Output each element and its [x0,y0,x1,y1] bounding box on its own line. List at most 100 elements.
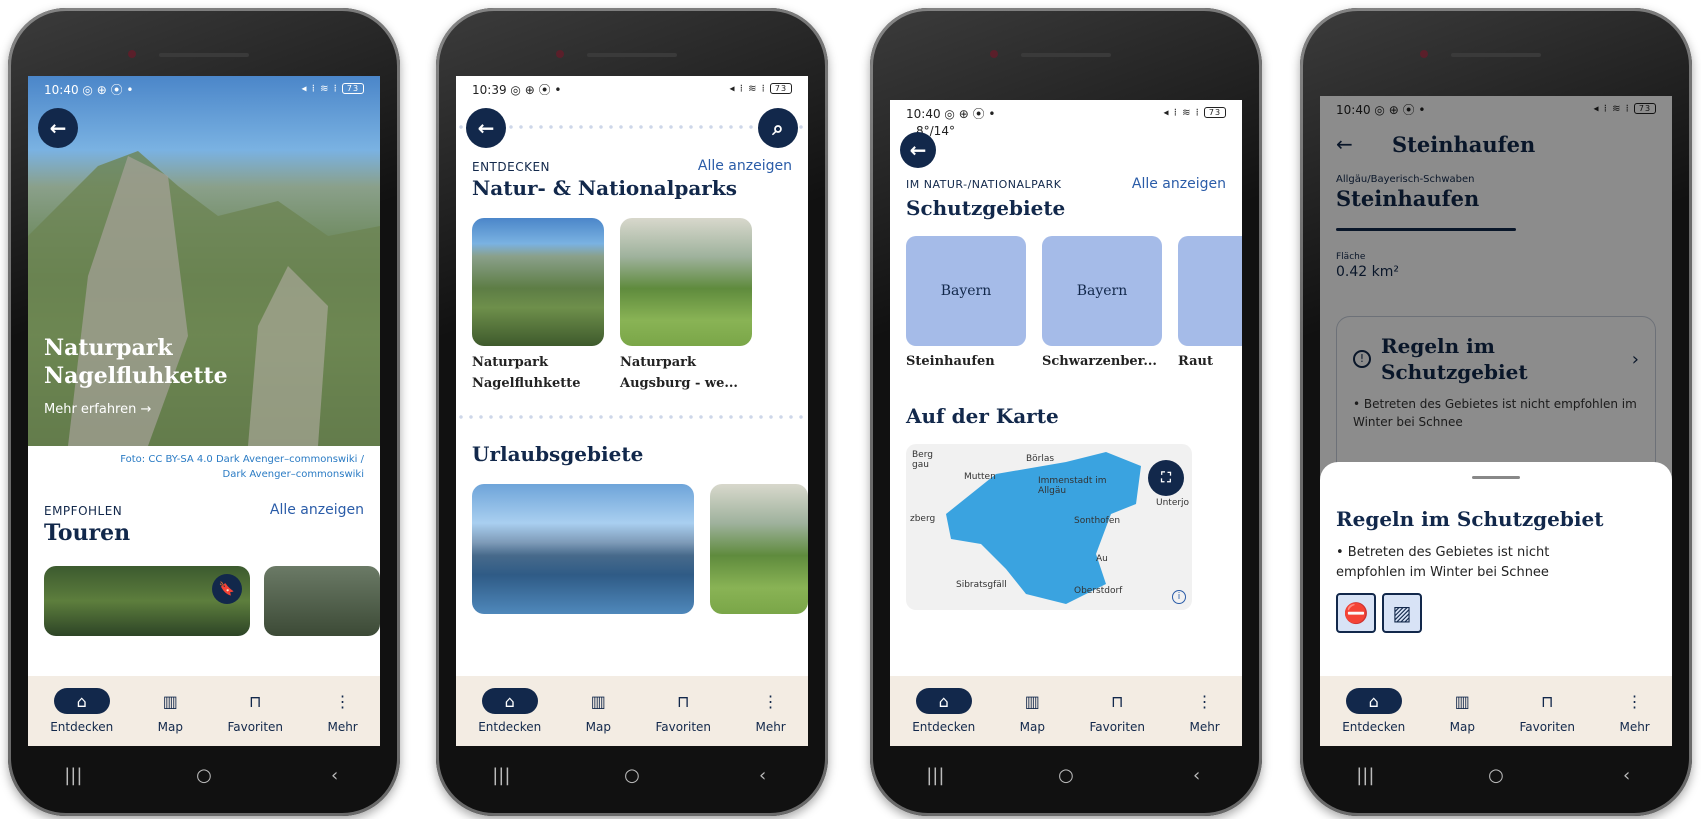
tour-card-1[interactable]: 🔖 [44,566,250,636]
alle-anzeigen-link[interactable]: Alle anzeigen [270,502,364,518]
section-heading: Touren [44,520,131,546]
system-nav-bar: ||| ○ ‹ [870,758,1262,792]
nav-favoriten[interactable]: ⊓ Favoriten [655,688,711,735]
schutzgebiet-card-1[interactable]: Bayern [906,236,1026,346]
nav-label: Entdecken [912,720,976,734]
nav-map[interactable]: ▥ Map [158,688,183,735]
back-chevron-icon[interactable]: ‹ [743,765,783,786]
home-icon: ⌂ [915,688,972,714]
back-chevron-icon[interactable]: ‹ [1607,765,1647,786]
nav-label: Mehr [327,720,358,734]
schutzgebiet-card-3[interactable] [1178,236,1242,346]
tour-card-2[interactable] [264,566,380,636]
section-overline: EMPFOHLEN [44,504,123,518]
recents-icon[interactable]: ||| [481,765,521,786]
sheet-drag-handle[interactable] [1472,476,1520,479]
recents-icon[interactable]: ||| [53,765,93,786]
nav-mehr[interactable]: ⋮ Mehr [755,688,785,735]
camera [990,50,998,58]
schutzgebiet-card-2-title[interactable]: Schwarzenber... [1042,354,1157,369]
map-icon: ▥ [1024,691,1040,711]
map-icon: ▥ [162,691,178,711]
back-chevron-icon[interactable]: ‹ [1177,765,1217,786]
search-icon: ⌕ [772,116,784,140]
phone-2: 10:39 ◎ ⊕ ⦿ • ◂ ⁞ ≋ ⁞ 73 ← ⌕ ENTDECKEN A… [436,8,828,816]
back-button[interactable]: ← [38,108,78,148]
schutzgebiet-card-1-title[interactable]: Steinhaufen [906,354,995,369]
alle-anzeigen-link[interactable]: Alle anzeigen [1132,176,1226,192]
nav-entdecken[interactable]: ⌂ Entdecken [478,688,541,734]
nav-favoriten[interactable]: ⊓ Favoriten [1519,688,1575,735]
park-card-1-line1: Naturpark [472,355,548,370]
nav-map[interactable]: ▥ Map [1020,688,1045,735]
park-card-2-image[interactable] [620,218,752,346]
recents-icon[interactable]: ||| [1345,765,1385,786]
home-circle-icon[interactable]: ○ [612,765,652,786]
speaker [587,53,677,57]
home-circle-icon[interactable]: ○ [1476,765,1516,786]
nav-label: Map [585,720,611,734]
fullscreen-button[interactable]: ⛶ [1148,460,1184,496]
nav-mehr[interactable]: ⋮ Mehr [1619,688,1649,735]
wave-divider [456,122,808,132]
park-card-1-title[interactable]: Naturpark Nagelfluhkette [472,352,581,394]
nav-mehr[interactable]: ⋮ Mehr [1189,688,1219,735]
back-button[interactable]: ← [900,132,936,168]
battery-icon: 73 [342,83,364,95]
park-card-1-image[interactable] [472,218,604,346]
recents-icon[interactable]: ||| [915,765,955,786]
nav-entdecken[interactable]: ⌂ Entdecken [50,688,113,734]
park-card-2-line2: Augsburg - we... [620,376,738,391]
map-label: Unterjo [1156,498,1190,508]
section-heading: Urlaubsgebiete [472,442,644,466]
map-preview[interactable]: Berg gau Börlas Mutten Immenstadt im All… [906,444,1192,610]
region-card-2-image[interactable] [710,484,808,614]
alle-anzeigen-link[interactable]: Alle anzeigen [698,158,792,174]
nav-mehr[interactable]: ⋮ Mehr [327,688,358,735]
back-button[interactable]: ← [466,108,506,148]
mehr-erfahren-link[interactable]: Mehr erfahren → [44,402,151,417]
bookmark-button[interactable]: 🔖 [212,574,242,604]
phone-1: 10:40 ◎ ⊕ ⦿ • ◂ ⁞ ≋ ⁞ 73 ← Naturpark Nag… [8,8,400,816]
park-card-2-title[interactable]: Naturpark Augsburg - we... [620,352,738,394]
bookmark-icon: 🔖 [218,581,236,597]
schutzgebiet-card-2[interactable]: Bayern [1042,236,1162,346]
no-walking-icon: ⛔ [1336,593,1376,633]
schutzgebiet-card-3-title[interactable]: Raut [1178,354,1213,369]
status-icons: ◎ ⊕ ⦿ • [82,82,134,97]
nav-label: Entdecken [478,720,542,734]
back-chevron-icon[interactable]: ‹ [315,765,355,786]
home-circle-icon[interactable]: ○ [184,765,224,786]
hero-title: Naturpark Nagelfluhkette [44,334,228,390]
bottom-nav: ⌂ Entdecken ▥ Map ⊓ Favoriten ⋮ Mehr [1320,676,1672,746]
nav-favoriten[interactable]: ⊓ Favoriten [227,688,283,735]
nav-entdecken[interactable]: ⌂ Entdecken [912,688,975,734]
nav-entdecken[interactable]: ⌂ Entdecken [1342,688,1405,734]
no-snow-icon: ▨ [1382,593,1422,633]
more-vertical-icon: ⋮ [334,691,351,711]
nav-map[interactable]: ▥ Map [585,688,611,735]
map-label: Au [1096,554,1108,564]
camera [128,50,136,58]
signal-icons: ◂ ⁞ ≋ ⁞ [1163,107,1200,119]
status-icons: ◎ ⊕ ⦿ • [944,106,996,121]
system-nav-bar: ||| ○ ‹ [436,758,828,792]
region-card-1-image[interactable] [472,484,694,614]
home-icon: ⌂ [53,688,110,714]
photo-credit[interactable]: Foto: CC BY-SA 4.0 Dark Avenger–commonsw… [120,452,364,482]
battery-icon: 73 [1204,107,1226,119]
section-heading: Natur- & Nationalparks [472,176,737,200]
nav-favoriten[interactable]: ⊓ Favoriten [1089,688,1146,735]
map-label: Sonthofen [1074,516,1121,526]
sheet-title: Regeln im Schutzgebiet [1336,507,1604,531]
bayern-logo: Bayern [1076,283,1128,299]
nav-label: Favoriten [1089,720,1146,734]
map-label: Börlas [1026,454,1055,464]
status-time: 10:40 [44,82,79,97]
nav-map[interactable]: ▥ Map [1450,688,1475,735]
camera [1420,50,1428,58]
info-icon[interactable]: i [1172,590,1186,604]
home-circle-icon[interactable]: ○ [1046,765,1086,786]
map-label: Immenstadt im Allgäu [1038,476,1107,496]
search-button[interactable]: ⌕ [758,108,798,148]
